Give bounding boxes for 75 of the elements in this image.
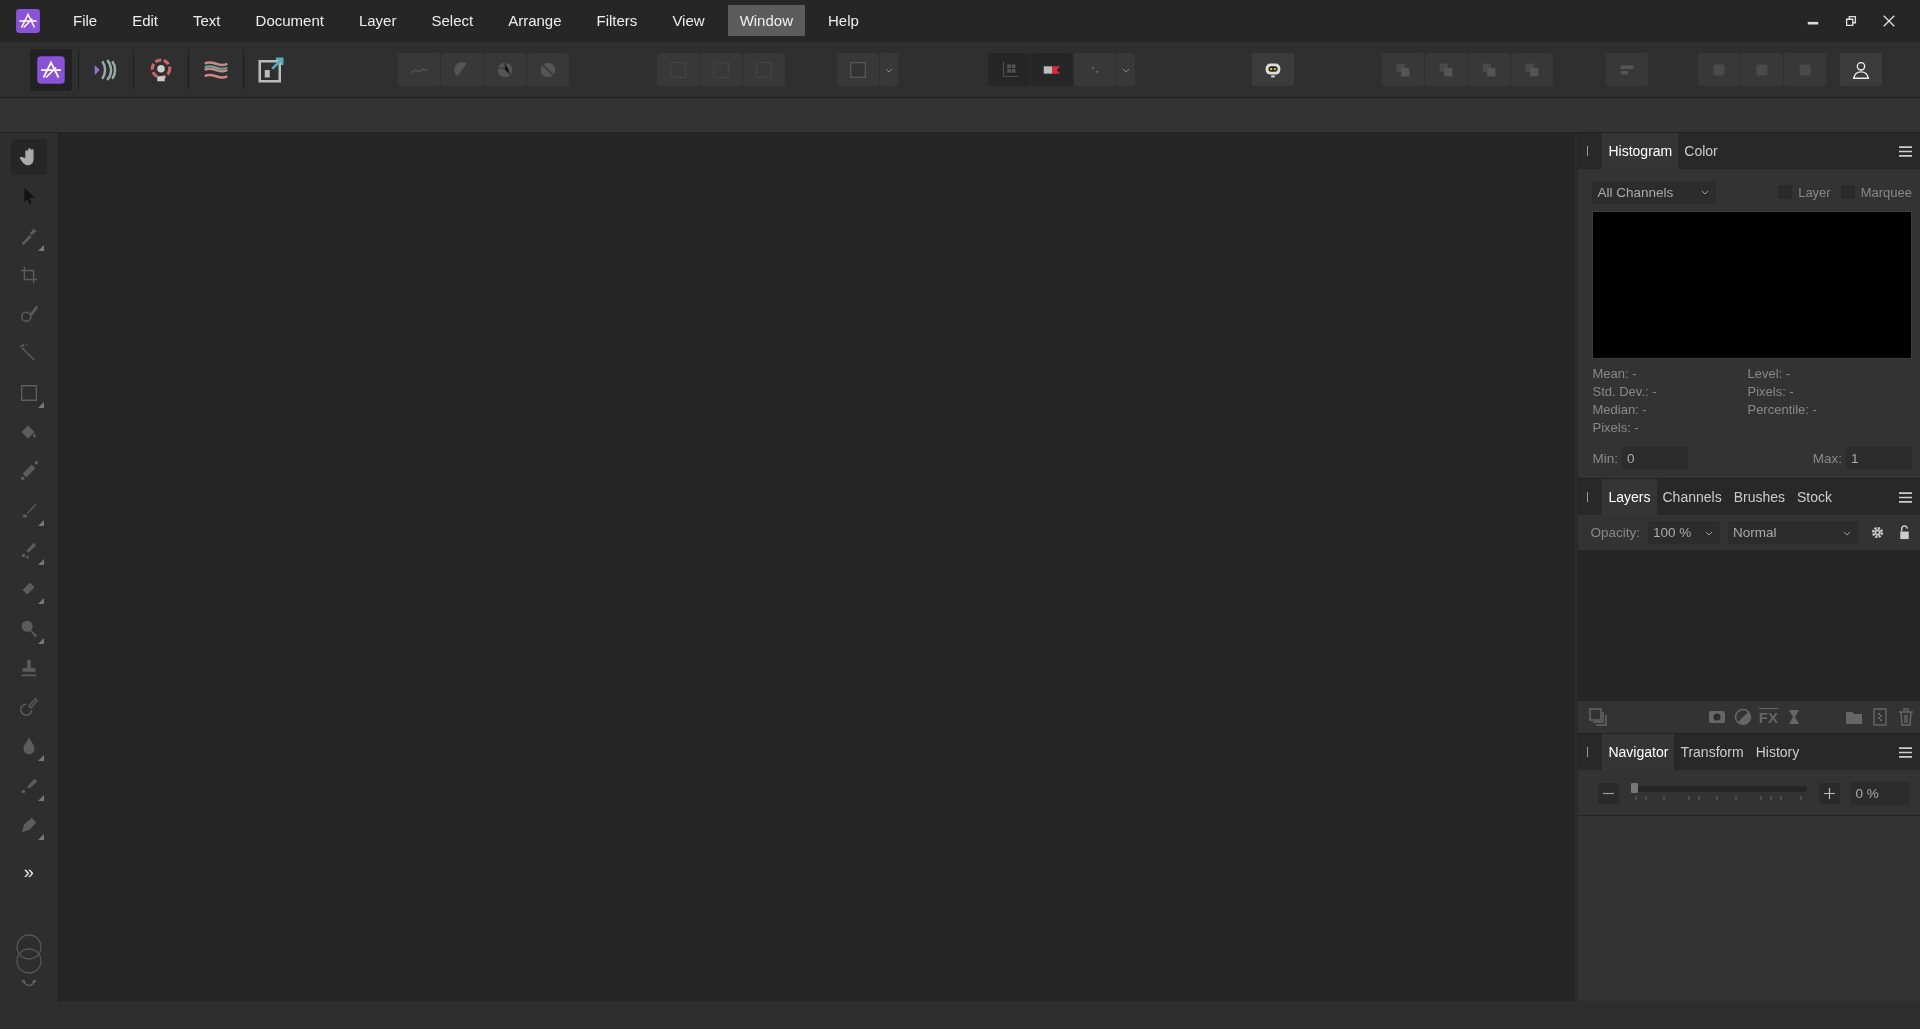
menu-item[interactable]: Help xyxy=(816,5,871,36)
gear-icon[interactable] xyxy=(1870,525,1885,540)
boolean-op-icon[interactable] xyxy=(1425,53,1467,86)
menu-item[interactable]: File xyxy=(61,5,110,36)
stat-text: Level: - xyxy=(1747,365,1792,383)
menu-icon[interactable] xyxy=(1899,144,1912,158)
swap-arrow-icon[interactable] xyxy=(19,979,38,989)
menu-item[interactable]: Text xyxy=(181,5,233,36)
arrange-icon[interactable] xyxy=(1698,53,1740,86)
opacity-dropdown[interactable]: 100 % xyxy=(1648,521,1720,544)
more-tools-button[interactable]: » xyxy=(23,862,34,884)
panel-tab[interactable]: Brushes xyxy=(1727,479,1791,515)
blend-mode-dropdown[interactable]: Normal xyxy=(1728,521,1858,544)
menu-item[interactable]: Window xyxy=(727,5,805,36)
stat-text: Pixels: - xyxy=(1747,383,1795,401)
checkbox-label: Layer xyxy=(1798,184,1831,200)
panel-tab[interactable]: Transform xyxy=(1674,734,1750,770)
menu-item[interactable]: Document xyxy=(243,5,336,36)
panel-tab[interactable]: Stock xyxy=(1791,479,1839,515)
pixel-layer-icon[interactable] xyxy=(1870,707,1890,727)
user-icon[interactable] xyxy=(1840,53,1882,86)
aperture-icon[interactable] xyxy=(484,53,526,86)
channel-dropdown[interactable]: All Channels xyxy=(1592,180,1717,204)
menu-item[interactable]: Arrange xyxy=(496,5,574,36)
checkbox-label: Marquee xyxy=(1860,184,1912,200)
zoom-out-icon[interactable] xyxy=(1598,783,1620,804)
zoom-field[interactable]: 0 % xyxy=(1850,782,1911,805)
boolean-op-icon[interactable] xyxy=(1511,53,1553,86)
adjustment-icon[interactable] xyxy=(1732,707,1753,727)
arrange-icon[interactable] xyxy=(1784,53,1826,86)
hand-icon[interactable] xyxy=(10,139,47,175)
max-field[interactable]: 1 xyxy=(1846,447,1912,470)
panel-tab[interactable]: Channels xyxy=(1656,479,1728,515)
photo-persona-icon[interactable] xyxy=(30,48,72,91)
opacity-label: Opacity: xyxy=(1590,525,1640,540)
zoom-in-icon[interactable] xyxy=(1819,783,1841,804)
circle-slash-icon[interactable] xyxy=(527,53,569,86)
stat-text: Std. Dev.: - xyxy=(1592,383,1658,401)
arrange-icon[interactable] xyxy=(1741,53,1783,86)
min-label: Min: xyxy=(1592,451,1618,466)
quick-mask-icon[interactable] xyxy=(1031,53,1073,86)
max-label: Max: xyxy=(1812,451,1842,466)
menu-item[interactable]: Filters xyxy=(584,5,650,36)
panel-tab[interactable]: Histogram xyxy=(1602,133,1679,169)
min-field[interactable]: 0 xyxy=(1622,447,1688,470)
stat-text: Pixels: - xyxy=(1592,419,1640,437)
stat-text: Mean: - xyxy=(1592,365,1638,383)
panel-tab[interactable]: History xyxy=(1749,734,1806,770)
panel-tab[interactable]: Navigator xyxy=(1602,734,1675,770)
zoom-slider[interactable] xyxy=(1631,785,1808,792)
stat-text: Percentile: - xyxy=(1747,401,1818,419)
restore-icon[interactable] xyxy=(1844,13,1858,28)
panel-tab[interactable]: Layers xyxy=(1602,479,1657,515)
panel-tab[interactable]: Color xyxy=(1678,133,1724,169)
selection-mode-icon[interactable] xyxy=(700,53,742,86)
close-icon[interactable] xyxy=(1882,13,1896,28)
menu-icon[interactable] xyxy=(1899,745,1912,759)
levels-icon[interactable] xyxy=(398,53,440,86)
menu-icon[interactable] xyxy=(1899,490,1912,504)
assistant-robot-icon[interactable] xyxy=(1252,53,1294,86)
menu-item[interactable]: Edit xyxy=(120,5,171,36)
selection-mode-icon[interactable] xyxy=(743,53,785,86)
layers-stack-icon[interactable] xyxy=(1588,707,1609,727)
selection-mode-icon[interactable] xyxy=(657,53,699,86)
square-icon[interactable] xyxy=(837,53,879,86)
menu-item[interactable]: View xyxy=(660,5,717,36)
menu-item[interactable]: Select xyxy=(419,5,486,36)
trash-icon[interactable] xyxy=(1896,707,1916,727)
boolean-op-icon[interactable] xyxy=(1382,53,1424,86)
app-logo-icon xyxy=(15,7,41,34)
boolean-op-icon[interactable] xyxy=(1468,53,1510,86)
menu-item[interactable]: Layer xyxy=(346,5,409,36)
stat-text: Median: - xyxy=(1592,401,1648,419)
align-icon[interactable] xyxy=(1606,53,1648,86)
lock-icon[interactable] xyxy=(1897,525,1912,540)
